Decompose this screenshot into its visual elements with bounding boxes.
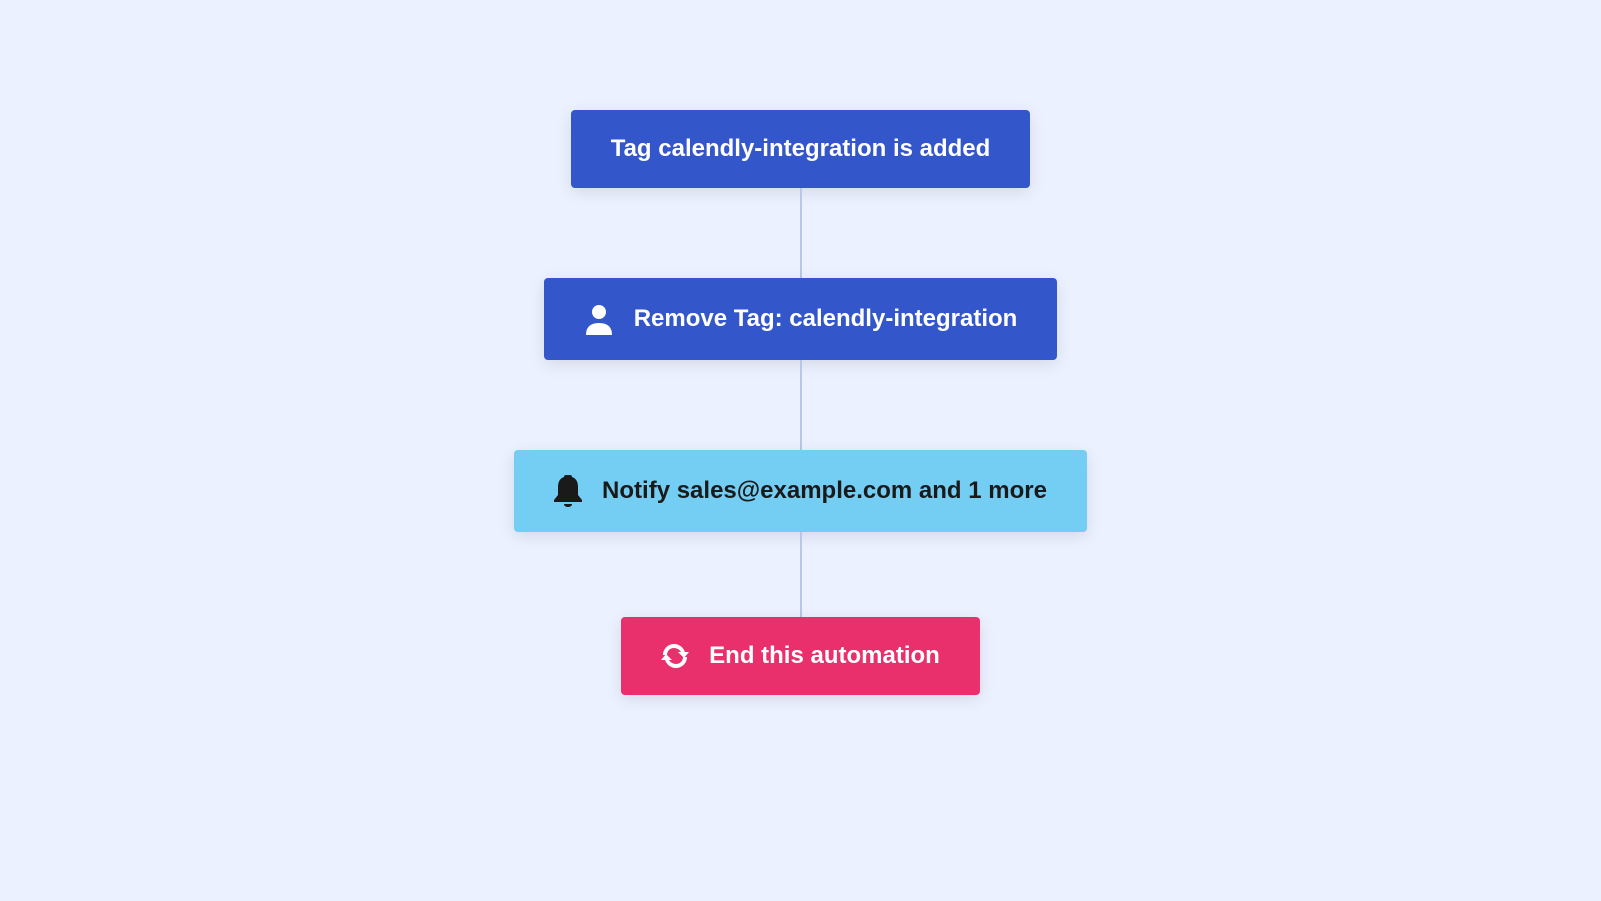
automation-flow: Tag calendly-integration is added Remove… [514, 110, 1087, 695]
user-icon [584, 303, 614, 335]
action-node-remove-tag[interactable]: Remove Tag: calendly-integration [544, 278, 1058, 360]
connector [800, 188, 802, 278]
trigger-label: Tag calendly-integration is added [611, 135, 991, 163]
connector [800, 532, 802, 617]
bell-icon [554, 475, 582, 507]
action-node-notify[interactable]: Notify sales@example.com and 1 more [514, 450, 1087, 532]
end-node[interactable]: End this automation [621, 617, 980, 695]
action-label: Notify sales@example.com and 1 more [602, 477, 1047, 505]
trigger-node[interactable]: Tag calendly-integration is added [571, 110, 1031, 188]
connector [800, 360, 802, 450]
end-label: End this automation [709, 642, 940, 670]
action-label: Remove Tag: calendly-integration [634, 305, 1018, 333]
refresh-icon [661, 643, 689, 669]
